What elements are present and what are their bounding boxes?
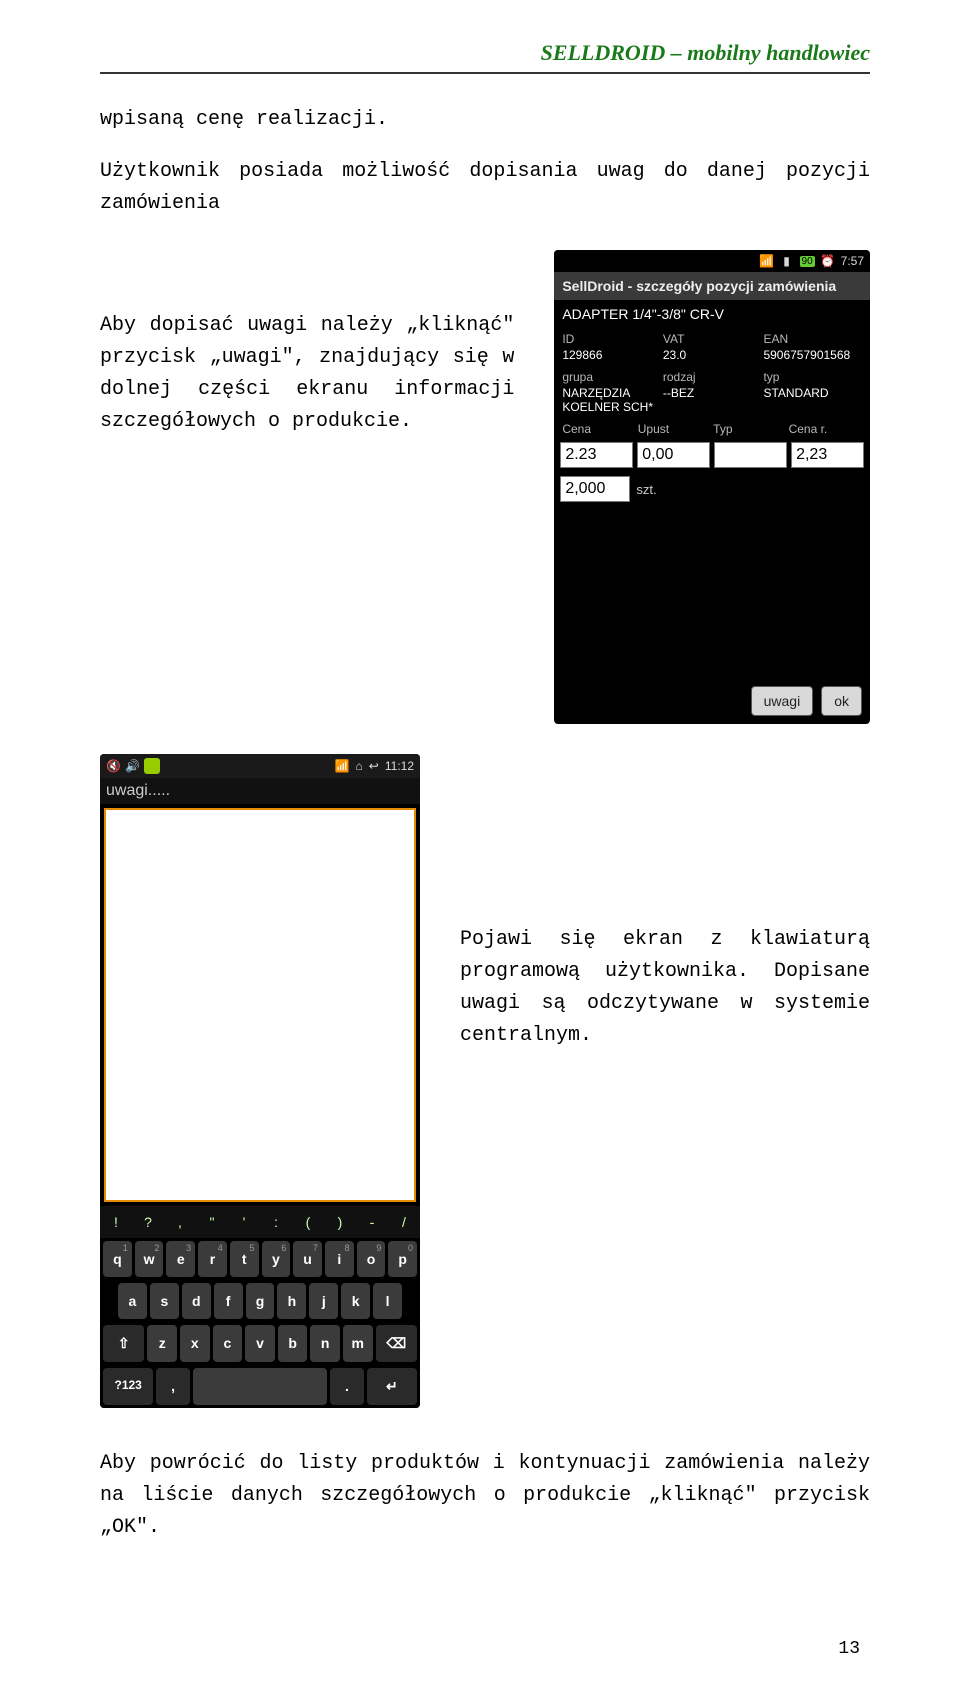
key-w[interactable]: w2	[135, 1241, 164, 1277]
key-d[interactable]: d	[182, 1283, 211, 1319]
key-k[interactable]: k	[341, 1283, 370, 1319]
lbl-rodzaj: rodzaj	[663, 370, 762, 384]
val-typ: STANDARD	[763, 386, 862, 414]
key-backspace[interactable]: ⌫	[376, 1325, 417, 1362]
key-shift[interactable]: ⇧	[103, 1325, 144, 1362]
val-id: 129866	[562, 348, 661, 362]
paragraph-5: Aby powrócić do listy produktów i kontyn…	[100, 1448, 870, 1544]
page-header: SELLDROID – mobilny handlowiec	[100, 40, 870, 74]
key-g[interactable]: g	[246, 1283, 275, 1319]
input-upust[interactable]	[637, 442, 710, 468]
paragraph-4: Pojawi się ekran z klawiaturą programową…	[460, 924, 870, 1052]
qty-unit: szt.	[636, 482, 864, 497]
wifi-icon: 📶	[760, 254, 774, 268]
battery-icon: 90	[800, 256, 815, 267]
input-cena[interactable]	[560, 442, 633, 468]
status-bar-2: 🔇 🔊 📶 ⌂ ↩ 11:12	[100, 754, 420, 778]
key-n[interactable]: n	[310, 1325, 340, 1362]
screenshot-details: 📶 ▮ 90 ⏰ 7:57 SellDroid - szczegóły pozy…	[554, 250, 870, 724]
key-enter[interactable]: ↵	[367, 1368, 417, 1405]
key-f[interactable]: f	[214, 1283, 243, 1319]
signal-icon: ▮	[780, 254, 794, 268]
lbl-typ2: Typ	[713, 422, 786, 436]
key-p[interactable]: p0	[388, 1241, 417, 1277]
input-qty[interactable]	[560, 476, 630, 502]
key-i[interactable]: i8	[325, 1241, 354, 1277]
vol-up-icon: 🔊	[125, 759, 140, 773]
paragraph-3: Aby dopisać uwagi należy „kliknąć" przyc…	[100, 310, 514, 438]
val-vat: 23.0	[663, 348, 762, 362]
lbl-grupa: grupa	[562, 370, 661, 384]
key-dot[interactable]: .	[330, 1368, 364, 1405]
key-c[interactable]: c	[213, 1325, 243, 1362]
paragraph-2: Użytkownik posiada możliwość dopisania u…	[100, 156, 870, 220]
key-row-q: q1w2e3r4t5y6u7i8o9p0	[100, 1238, 420, 1280]
key-row-z: ⇧zxcvbnm⌫	[100, 1322, 420, 1365]
key-row-a: asdfghjkl	[100, 1280, 420, 1322]
lbl-cena: Cena	[562, 422, 635, 436]
alarm-icon: ⏰	[821, 254, 835, 268]
vol-down-icon: 🔇	[106, 759, 121, 773]
sym-key[interactable]: :	[260, 1206, 292, 1238]
sym-key[interactable]: !	[100, 1206, 132, 1238]
key-e[interactable]: e3	[166, 1241, 195, 1277]
lbl-ean: EAN	[763, 332, 862, 346]
lbl-cenar: Cena r.	[789, 422, 862, 436]
sym-key[interactable]: (	[292, 1206, 324, 1238]
key-t[interactable]: t5	[230, 1241, 259, 1277]
val-rodzaj: --BEZ	[663, 386, 762, 414]
paragraph-1: wpisaną cenę realizacji.	[100, 104, 870, 136]
key-123[interactable]: ?123	[103, 1368, 153, 1405]
android-icon	[144, 758, 160, 774]
status-time: 7:57	[841, 254, 864, 268]
key-comma[interactable]: ,	[156, 1368, 190, 1405]
home-icon: ⌂	[356, 759, 363, 773]
sym-key[interactable]: ,	[164, 1206, 196, 1238]
sym-key[interactable]: /	[388, 1206, 420, 1238]
app-title: SellDroid - szczegóły pozycji zamówienia	[554, 272, 870, 300]
key-u[interactable]: u7	[293, 1241, 322, 1277]
key-s[interactable]: s	[150, 1283, 179, 1319]
key-l[interactable]: l	[373, 1283, 402, 1319]
key-r[interactable]: r4	[198, 1241, 227, 1277]
sym-key[interactable]: ?	[132, 1206, 164, 1238]
key-b[interactable]: b	[278, 1325, 308, 1362]
product-name: ADAPTER 1/4"-3/8" CR-V	[554, 300, 870, 328]
key-q[interactable]: q1	[103, 1241, 132, 1277]
sym-key[interactable]: '	[228, 1206, 260, 1238]
status-time-2: 11:12	[385, 759, 414, 773]
status-bar: 📶 ▮ 90 ⏰ 7:57	[554, 250, 870, 272]
lbl-vat: VAT	[663, 332, 762, 346]
uwagi-label: uwagi.....	[100, 778, 420, 804]
key-x[interactable]: x	[180, 1325, 210, 1362]
sym-key[interactable]: -	[356, 1206, 388, 1238]
sym-key[interactable]: )	[324, 1206, 356, 1238]
lbl-upust: Upust	[638, 422, 711, 436]
input-typ[interactable]	[714, 442, 787, 468]
key-v[interactable]: v	[245, 1325, 275, 1362]
val-grupa: NARZĘDZIA KOELNER SCH*	[562, 386, 661, 414]
val-ean: 5906757901568	[763, 348, 862, 362]
uwagi-button[interactable]: uwagi	[751, 686, 814, 716]
key-o[interactable]: o9	[357, 1241, 386, 1277]
key-z[interactable]: z	[147, 1325, 177, 1362]
input-cenar[interactable]	[791, 442, 864, 468]
page-number: 13	[838, 1639, 860, 1659]
key-row-bottom: ?123 , . ↵	[100, 1365, 420, 1408]
sym-key[interactable]: "	[196, 1206, 228, 1238]
key-m[interactable]: m	[343, 1325, 373, 1362]
symbol-row: ! ? , " ' : ( ) - /	[100, 1206, 420, 1238]
key-space[interactable]	[193, 1368, 327, 1405]
lbl-typ: typ	[763, 370, 862, 384]
key-j[interactable]: j	[309, 1283, 338, 1319]
screenshot-keyboard: 🔇 🔊 📶 ⌂ ↩ 11:12 uwagi..... ! ? , " ' : (…	[100, 754, 420, 1408]
uwagi-textarea[interactable]	[104, 808, 416, 1202]
key-y[interactable]: y6	[262, 1241, 291, 1277]
key-h[interactable]: h	[277, 1283, 306, 1319]
lbl-id: ID	[562, 332, 661, 346]
key-a[interactable]: a	[118, 1283, 147, 1319]
ok-button[interactable]: ok	[821, 686, 862, 716]
signal-icon-2: 📶	[335, 759, 350, 773]
back-icon: ↩	[369, 759, 379, 773]
